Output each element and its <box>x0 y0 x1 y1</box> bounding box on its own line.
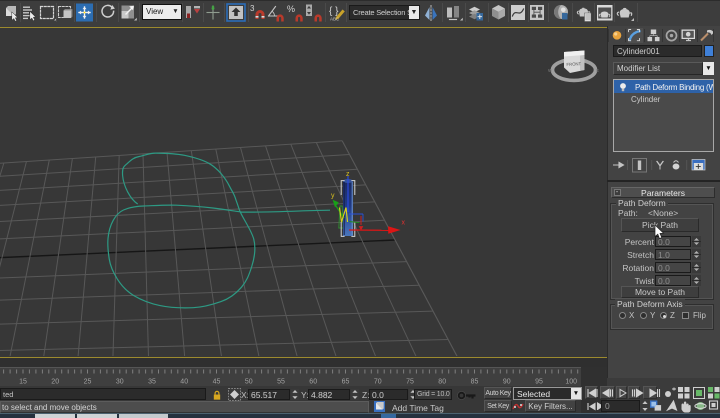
svg-text:75: 75 <box>406 379 414 386</box>
svg-text:y: y <box>331 193 335 200</box>
svg-text:40: 40 <box>180 379 188 386</box>
svg-text:25: 25 <box>84 379 92 386</box>
svg-text:65: 65 <box>342 379 350 386</box>
svg-text:%: % <box>287 4 295 14</box>
svg-text:15: 15 <box>19 379 27 386</box>
svg-text:80: 80 <box>438 379 446 386</box>
svg-text:60: 60 <box>309 379 317 386</box>
svg-text:35: 35 <box>148 379 156 386</box>
svg-text:85: 85 <box>471 379 479 386</box>
svg-text:FRONT: FRONT <box>566 61 581 67</box>
svg-text:45: 45 <box>213 379 221 386</box>
svg-text:100: 100 <box>565 379 577 386</box>
svg-text:70: 70 <box>374 379 382 386</box>
svg-text:90: 90 <box>503 379 511 386</box>
svg-text:95: 95 <box>535 379 543 386</box>
svg-text:x: x <box>402 220 406 227</box>
svg-text:50: 50 <box>245 379 253 386</box>
svg-text:ABC: ABC <box>330 17 340 22</box>
svg-text:3: 3 <box>250 4 255 13</box>
svg-text:E: E <box>596 68 599 73</box>
svg-text:20: 20 <box>51 379 59 386</box>
svg-text:30: 30 <box>116 379 124 386</box>
svg-text:z: z <box>346 171 350 178</box>
svg-text:55: 55 <box>277 379 285 386</box>
